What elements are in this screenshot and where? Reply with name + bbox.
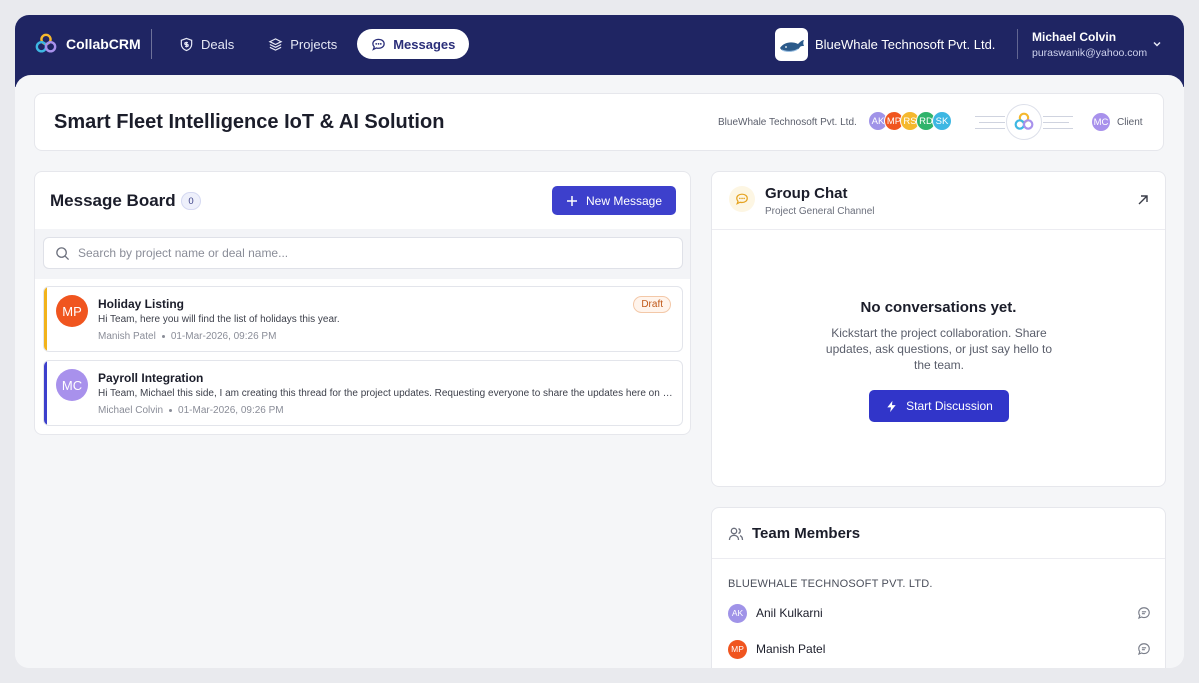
separator-dot — [169, 409, 173, 412]
project-avatars[interactable]: AK MP RS RD SK — [868, 111, 952, 131]
empty-state-description: Kickstart the project collaboration. Sha… — [825, 326, 1053, 372]
team-member-row[interactable]: AK Anil Kulkarni — [728, 602, 1151, 624]
nav-deals[interactable]: Deals — [165, 29, 248, 59]
whale-logo-icon — [775, 28, 808, 61]
start-discussion-label: Start Discussion — [906, 399, 993, 413]
nav-messages-label: Messages — [393, 36, 456, 52]
nav-projects-label: Projects — [290, 36, 338, 52]
hub-line — [1043, 122, 1069, 123]
message-meta: Manish Patel 01-Mar-2026, 09:26 PM — [98, 331, 276, 342]
project-header: Smart Fleet Intelligence IoT & AI Soluti… — [34, 93, 1164, 151]
message-author: Manish Patel — [98, 331, 156, 342]
group-chat-header: Group Chat Project General Channel — [712, 172, 1165, 230]
project-title: Smart Fleet Intelligence IoT & AI Soluti… — [54, 111, 445, 133]
message-board: Message Board 0 New Message MP Holiday Li… — [34, 171, 691, 435]
group-chat-title: Group Chat — [765, 185, 848, 202]
message-date: 01-Mar-2026, 09:26 PM — [178, 405, 284, 416]
divider — [151, 29, 152, 59]
hub-line — [975, 128, 1005, 129]
team-members-title: Team Members — [752, 525, 861, 542]
team-members-panel: Team Members BLUEWHALE TECHNOSOFT PVT. L… — [711, 507, 1166, 668]
message-accent — [44, 361, 47, 425]
message-accent — [44, 287, 47, 351]
message-count-badge: 0 — [181, 192, 201, 210]
brand[interactable]: CollabCRM — [35, 33, 141, 55]
empty-state-title: No conversations yet. — [860, 299, 1017, 316]
app-name: CollabCRM — [66, 36, 141, 52]
member-name: Manish Patel — [756, 642, 826, 656]
main-content: Smart Fleet Intelligence IoT & AI Soluti… — [15, 75, 1184, 668]
layers-icon — [268, 37, 283, 51]
company-switcher[interactable]: BlueWhale Technosoft Pvt. Ltd. — [775, 28, 995, 61]
user-name: Michael Colvin — [1032, 30, 1117, 44]
bolt-icon — [887, 400, 896, 412]
search-input[interactable] — [78, 246, 638, 260]
message-title: Holiday Listing — [98, 297, 185, 311]
users-icon — [728, 527, 744, 541]
avatar: MC — [56, 369, 88, 401]
company-name: BlueWhale Technosoft Pvt. Ltd. — [815, 37, 996, 52]
collab-hub — [975, 103, 1075, 141]
avatar: AK — [728, 603, 747, 623]
team-member-row[interactable]: MP Manish Patel — [728, 638, 1151, 660]
group-chat-subtitle: Project General Channel — [765, 206, 875, 217]
message-date: 01-Mar-2026, 09:26 PM — [170, 331, 277, 342]
message-item[interactable]: MP Holiday Listing Hi Team, here you will … — [43, 286, 683, 352]
message-author: Michael Colvin — [98, 405, 164, 416]
hub-line — [979, 122, 1005, 123]
message-meta: Michael Colvin 01-Mar-2026, 09:26 PM — [98, 405, 284, 416]
board-title: Message Board — [50, 191, 176, 210]
new-message-label: New Message — [585, 193, 663, 208]
client-avatar: MC — [1091, 112, 1111, 132]
nav-projects[interactable]: Projects — [254, 29, 351, 59]
search-box[interactable] — [43, 237, 683, 269]
message-item[interactable]: MC Payroll Integration Hi Team, Michael th… — [43, 360, 683, 426]
avatar: MP — [56, 295, 88, 327]
message-preview: Hi Team, Michael this side, I am creatin… — [98, 388, 673, 399]
app-window: CollabCRM Deals Projects Messages BlueWh… — [15, 15, 1184, 668]
chat-bubble-icon[interactable] — [1137, 606, 1151, 620]
chat-bubble-icon — [372, 38, 386, 51]
arrow-up-right-icon[interactable] — [1137, 194, 1149, 206]
chat-bubble-icon — [729, 186, 755, 212]
new-message-button[interactable]: New Message — [552, 186, 676, 215]
start-discussion-button[interactable]: Start Discussion — [869, 390, 1009, 422]
team-org-heading: BLUEWHALE TECHNOSOFT PVT. LTD. — [728, 578, 933, 590]
separator-dot — [161, 335, 165, 338]
main-nav: Deals Projects Messages — [165, 29, 470, 59]
status-badge: Draft — [633, 296, 671, 313]
chat-bubble-icon[interactable] — [1137, 642, 1151, 656]
search-icon — [56, 246, 70, 260]
collabcrm-logo-icon — [35, 33, 57, 53]
avatar: SK — [932, 111, 952, 131]
message-preview: Hi Team, here you will find the list of … — [98, 314, 340, 325]
nav-deals-label: Deals — [201, 36, 235, 52]
hub-line — [1043, 128, 1073, 129]
divider — [1017, 29, 1018, 59]
team-members-header: Team Members — [712, 508, 1165, 559]
plus-icon — [566, 195, 577, 206]
client-label: Client — [1117, 116, 1143, 128]
member-name: Anil Kulkarni — [756, 606, 823, 620]
hub-line — [1043, 116, 1073, 117]
hub-line — [975, 116, 1005, 117]
project-company: BlueWhale Technosoft Pvt. Ltd. — [718, 117, 857, 128]
user-email: puraswanik@yahoo.com — [1032, 47, 1148, 59]
message-title: Payroll Integration — [98, 371, 204, 385]
shield-dollar-icon — [180, 37, 193, 51]
collabcrm-logo-icon — [1006, 104, 1042, 140]
client-indicator[interactable]: MC Client — [1091, 112, 1143, 132]
user-menu[interactable]: Michael Colvin puraswanik@yahoo.com — [1032, 30, 1147, 59]
group-chat-panel: Group Chat Project General Channel No co… — [711, 171, 1166, 487]
search-area — [35, 229, 690, 279]
avatar: MP — [728, 639, 747, 659]
nav-messages[interactable]: Messages — [357, 29, 470, 59]
chevron-down-icon[interactable] — [1151, 38, 1163, 50]
